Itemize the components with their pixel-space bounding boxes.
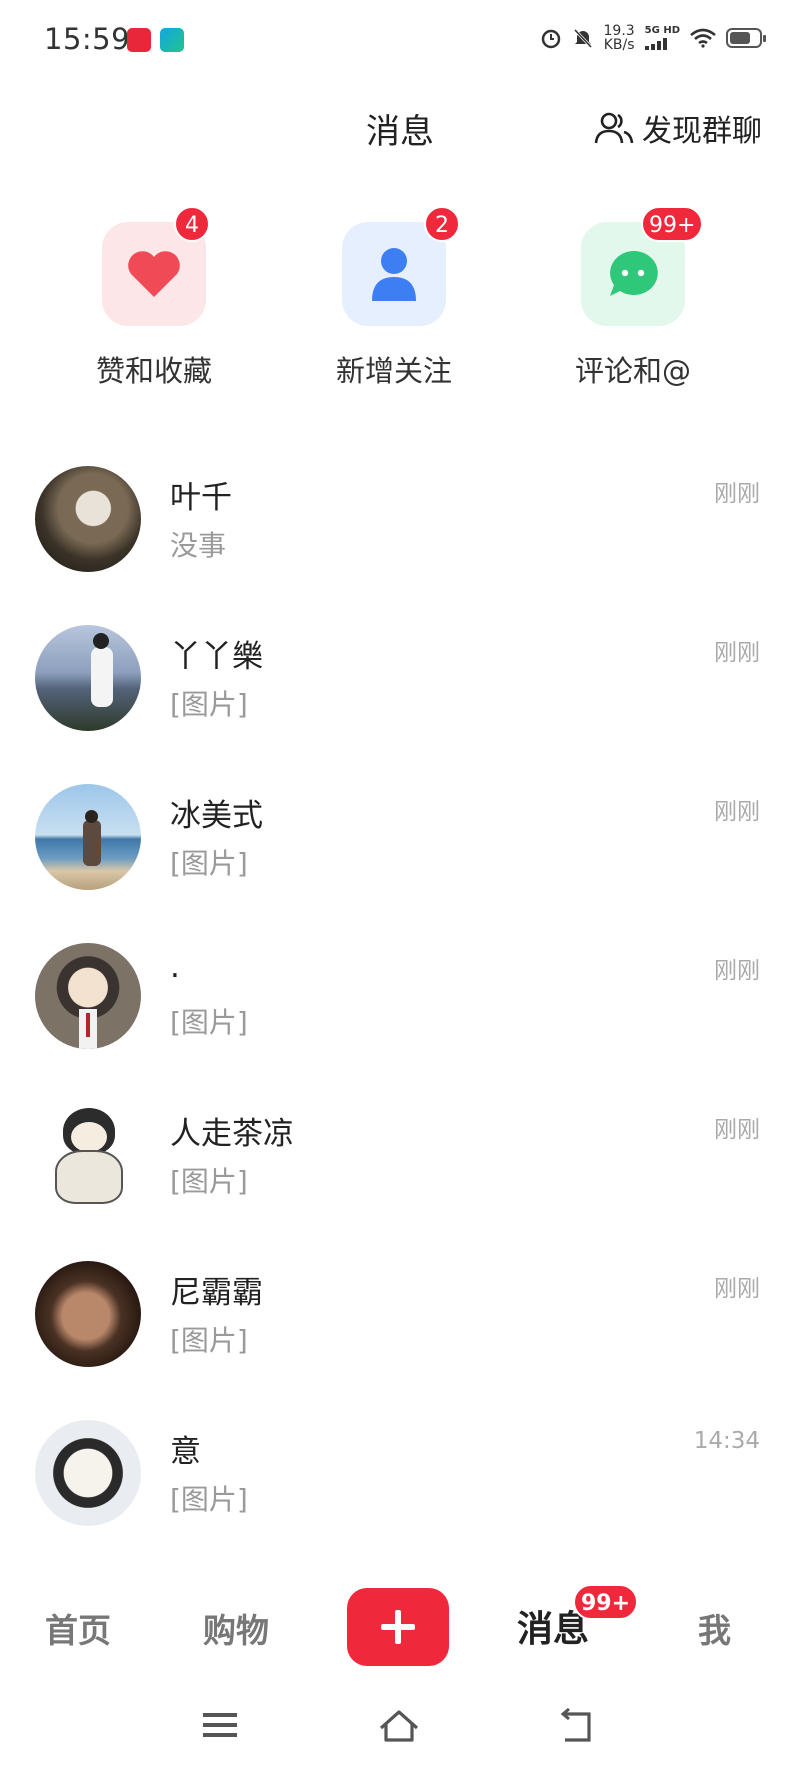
likes-badge: 4 xyxy=(174,206,210,242)
conversation-preview: 没事 xyxy=(170,529,227,562)
new-followers-button[interactable]: 2 新增关注 xyxy=(294,206,494,390)
comments-icon-box: 99+ xyxy=(581,206,704,326)
comments-badge: 99+ xyxy=(641,206,704,242)
back-icon[interactable] xyxy=(555,1708,595,1744)
avatar[interactable] xyxy=(35,466,141,572)
conversation-item[interactable]: . [图片] 刚刚 xyxy=(0,943,800,1102)
conversation-time: 刚刚 xyxy=(714,481,760,507)
conversation-name: 叶千 xyxy=(170,480,232,516)
wifi-hotspot-app-icon xyxy=(160,28,184,52)
signal-icon: 5G HD xyxy=(644,25,680,50)
conversation-name: 意 xyxy=(170,1434,201,1470)
home-icon[interactable] xyxy=(377,1708,421,1744)
conversation-name: 尼霸霸 xyxy=(170,1275,263,1311)
avatar[interactable] xyxy=(35,943,141,1049)
likes-label: 赞和收藏 xyxy=(95,354,212,388)
network-speed: 19.3 KB/s xyxy=(604,24,635,52)
wifi-icon xyxy=(690,28,716,48)
mute-icon xyxy=(573,28,592,49)
discover-label: 发现群聊 xyxy=(642,114,762,149)
followers-icon-box: 2 xyxy=(342,206,460,326)
conversation-preview: [图片] xyxy=(170,1324,248,1357)
tab-shop[interactable]: 购物 xyxy=(203,1604,269,1652)
conversation-item[interactable]: 人走茶凉 [图片] 刚刚 xyxy=(0,1102,800,1261)
battery-icon xyxy=(726,28,766,48)
status-indicators: 19.3 KB/s 5G HD xyxy=(540,24,766,52)
message-list: 叶千 没事 刚刚 丫丫樂 [图片] 刚刚 冰美式 [图片] 刚刚 . [图片] … xyxy=(0,466,800,1579)
conversation-preview: [图片] xyxy=(170,847,248,880)
conversation-item[interactable]: 丫丫樂 [图片] 刚刚 xyxy=(0,625,800,784)
signal-label: 5G HD xyxy=(644,25,680,36)
menu-icon[interactable] xyxy=(201,1708,239,1742)
heart-icon xyxy=(128,251,180,297)
conversation-time: 14:34 xyxy=(693,1428,760,1454)
conversation-time: 刚刚 xyxy=(714,1117,760,1143)
status-bar: 15:59 19.3 KB/s 5G HD xyxy=(0,0,800,84)
likes-icon-box: 4 xyxy=(102,206,210,326)
conversation-preview: [图片] xyxy=(170,1006,248,1039)
conversation-time: 刚刚 xyxy=(714,1276,760,1302)
plus-icon xyxy=(381,1610,415,1644)
followers-badge: 2 xyxy=(424,206,460,242)
alarm-icon xyxy=(541,29,560,49)
conversation-time: 刚刚 xyxy=(714,640,760,666)
comments-label: 评论和@ xyxy=(574,354,691,388)
user-icon xyxy=(372,248,416,301)
conversation-preview: [图片] xyxy=(170,1165,248,1198)
comments-and-mentions-button[interactable]: 99+ 评论和@ xyxy=(533,206,733,390)
likes-and-favorites-button[interactable]: 4 赞和收藏 xyxy=(54,206,254,390)
messages-tab-badge: 99+ xyxy=(573,1584,639,1620)
conversation-item[interactable]: 意 [图片] 14:34 xyxy=(0,1420,800,1579)
avatar[interactable] xyxy=(35,784,141,890)
avatar[interactable] xyxy=(35,625,141,731)
chat-bubble-icon xyxy=(610,250,658,296)
group-users-icon xyxy=(594,112,634,144)
conversation-time: 刚刚 xyxy=(714,799,760,825)
system-nav-bar xyxy=(0,1690,800,1778)
discover-group-chat-button[interactable]: 发现群聊 xyxy=(594,106,762,150)
create-post-button[interactable] xyxy=(347,1588,449,1666)
conversation-time: 刚刚 xyxy=(714,958,760,984)
notification-shortcuts: 4 赞和收藏 2 新增关注 99+ 评论和@ xyxy=(0,206,800,402)
conversation-item[interactable]: 尼霸霸 [图片] 刚刚 xyxy=(0,1261,800,1420)
conversation-preview: [图片] xyxy=(170,688,248,721)
avatar[interactable] xyxy=(35,1102,141,1208)
bottom-tab-bar: 首页 购物 消息 99+ 我 xyxy=(0,1580,800,1670)
conversation-name: 丫丫樂 xyxy=(170,639,263,675)
tab-home[interactable]: 首页 xyxy=(45,1604,111,1652)
conversation-item[interactable]: 冰美式 [图片] 刚刚 xyxy=(0,784,800,943)
conversation-name: . xyxy=(170,949,180,985)
net-speed-value: 19.3 xyxy=(603,23,635,39)
conversation-name: 人走茶凉 xyxy=(170,1116,294,1152)
conversation-item[interactable]: 叶千 没事 刚刚 xyxy=(0,466,800,625)
followers-label: 新增关注 xyxy=(335,354,452,388)
avatar[interactable] xyxy=(35,1420,141,1526)
tab-messages[interactable]: 消息 99+ xyxy=(517,1584,639,1652)
conversation-preview: [图片] xyxy=(170,1483,248,1516)
net-speed-unit: KB/s xyxy=(603,37,635,53)
tab-me[interactable]: 我 xyxy=(698,1604,731,1652)
avatar[interactable] xyxy=(35,1261,141,1367)
xiaohongshu-app-icon xyxy=(127,28,151,52)
status-time: 15:59 xyxy=(44,22,131,56)
conversation-name: 冰美式 xyxy=(170,798,263,834)
